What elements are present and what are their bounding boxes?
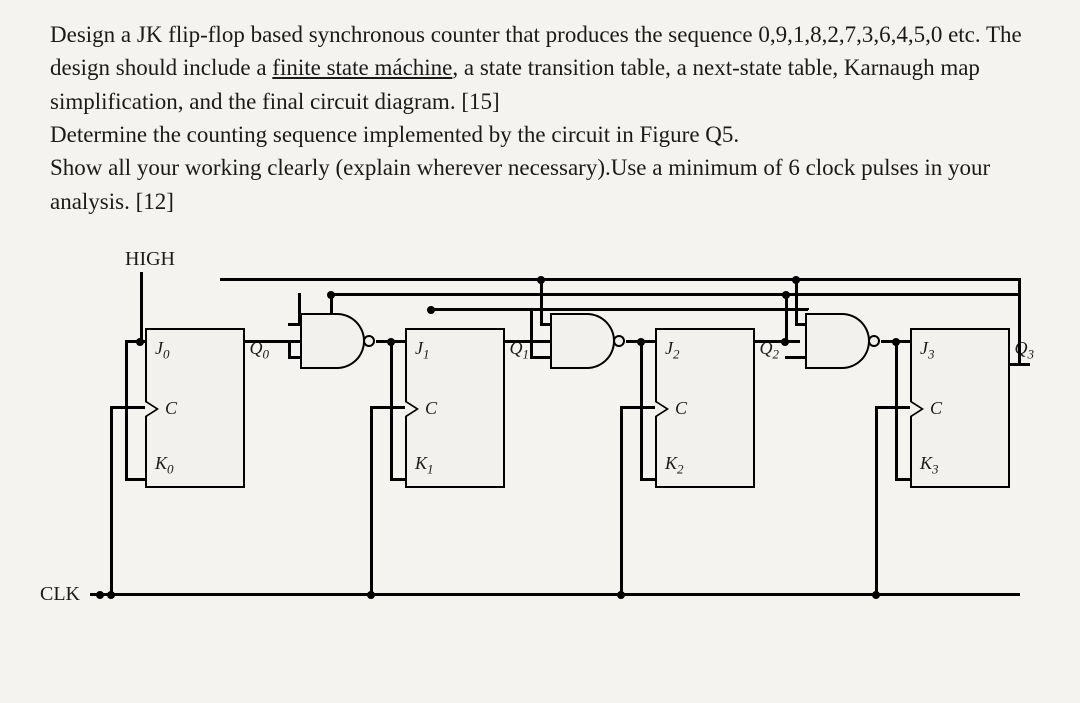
ff3-j-label: J3 bbox=[920, 338, 935, 363]
nand-gate-3 bbox=[805, 313, 883, 373]
wire-high-to-k0-v bbox=[125, 340, 128, 480]
wire-clk0-v bbox=[110, 406, 113, 594]
dot-nand3-rail2 bbox=[782, 291, 790, 299]
flipflop-0: J0 C K0 Q0 bbox=[145, 328, 245, 488]
dot-rail2-start bbox=[327, 291, 335, 299]
dot-clk0 bbox=[107, 591, 115, 599]
wire-rail-top3 bbox=[430, 308, 808, 311]
wire-q1-out bbox=[505, 340, 550, 343]
circuit-diagram: HIGH CLK J0 C K0 Q0 bbox=[50, 248, 1030, 628]
ff0-c-label: C bbox=[165, 398, 177, 419]
wire-clk2-h bbox=[620, 406, 655, 409]
wire-nand2-in-a bbox=[540, 278, 543, 323]
wire-rail-top1 bbox=[220, 278, 1020, 281]
dot-j2 bbox=[637, 338, 645, 346]
wire-clk-bus bbox=[90, 593, 1020, 596]
wire-clk3-h bbox=[875, 406, 910, 409]
problem-text: Design a JK flip-flop based synchronous … bbox=[50, 18, 1040, 218]
dot-j1 bbox=[387, 338, 395, 346]
dot-clk3 bbox=[872, 591, 880, 599]
wire-q2-out bbox=[755, 340, 800, 343]
high-label: HIGH bbox=[125, 248, 175, 271]
nand-gate-2 bbox=[550, 313, 628, 373]
part-a-underline: finite state máchine bbox=[272, 55, 452, 80]
ff0-k-label: K0 bbox=[155, 453, 174, 478]
wire-clk1-h bbox=[370, 406, 405, 409]
part-b-line2: Show all your working clearly (explain w… bbox=[50, 155, 990, 213]
ff1-k-label: K1 bbox=[415, 453, 434, 478]
flipflop-2: J2 C K2 Q2 bbox=[655, 328, 755, 488]
flipflop-1: J1 C K1 Q1 bbox=[405, 328, 505, 488]
dot-j0 bbox=[136, 338, 144, 346]
dot-nand3-rail bbox=[792, 276, 800, 284]
wire-clk0-h bbox=[110, 406, 145, 409]
ff1-c-label: C bbox=[425, 398, 437, 419]
wire-high-stub bbox=[140, 272, 143, 342]
wire-rail-top2 bbox=[330, 293, 1020, 296]
flipflop-3: J3 C K3 Q3 bbox=[910, 328, 1010, 488]
dot-clk2 bbox=[617, 591, 625, 599]
dot-clk1 bbox=[367, 591, 375, 599]
wire-j1k1-v bbox=[390, 340, 393, 480]
dot-clk-origin bbox=[96, 591, 104, 599]
part-b-line1: Determine the counting sequence implemen… bbox=[50, 122, 739, 147]
wire-j3k3-v bbox=[895, 340, 898, 480]
wire-clk3-v bbox=[875, 406, 878, 594]
dot-nand2-rail1 bbox=[537, 276, 545, 284]
ff2-c-label: C bbox=[675, 398, 687, 419]
wire-nand1-in-top bbox=[298, 293, 301, 323]
wire-clk2-v bbox=[620, 406, 623, 594]
ff0-j-label: J0 bbox=[155, 338, 170, 363]
ff1-j-label: J1 bbox=[415, 338, 430, 363]
wire-j2k2-v bbox=[640, 340, 643, 480]
page: Design a JK flip-flop based synchronous … bbox=[0, 0, 1080, 628]
clk-label: CLK bbox=[40, 583, 80, 606]
ff3-k-label: K3 bbox=[920, 453, 939, 478]
ff2-j-label: J2 bbox=[665, 338, 680, 363]
wire-k0 bbox=[125, 478, 147, 481]
nand-gate-1 bbox=[300, 313, 378, 373]
dot-j3 bbox=[892, 338, 900, 346]
wire-fb-q3-v bbox=[1018, 278, 1021, 365]
dot-rail3-start bbox=[427, 306, 435, 314]
ff2-k-label: K2 bbox=[665, 453, 684, 478]
wire-clk1-v bbox=[370, 406, 373, 594]
wire-q0-out bbox=[245, 340, 300, 343]
wire-nand3-in-a bbox=[795, 278, 798, 323]
ff3-c-label: C bbox=[930, 398, 942, 419]
